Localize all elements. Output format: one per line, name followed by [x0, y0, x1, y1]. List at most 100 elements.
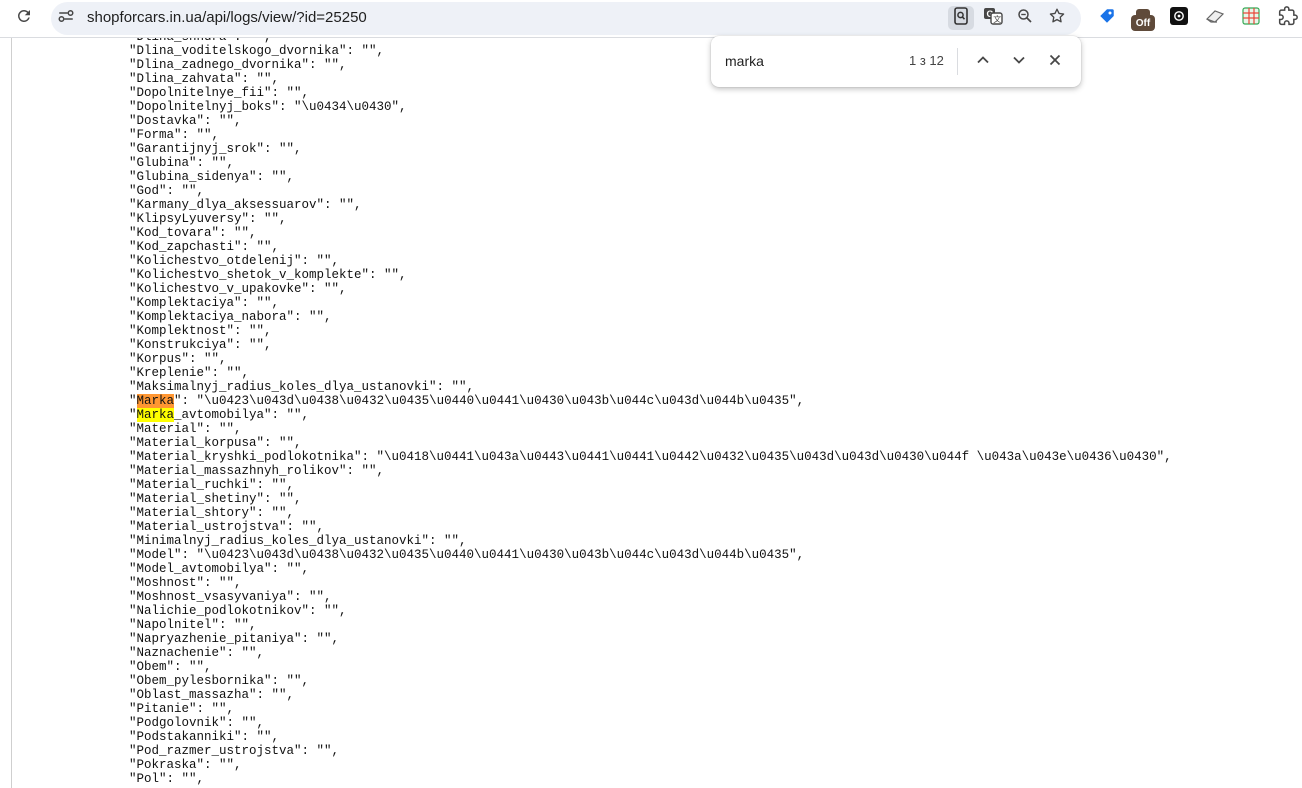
log-text: "Model_avtomobilya": "", [129, 562, 310, 576]
log-line: "Komplektnost": "", [129, 324, 1172, 338]
log-text: "Napryazhenie_pitaniya": "", [129, 632, 340, 646]
tag-icon [1098, 7, 1116, 30]
find-in-page-icon [953, 6, 969, 30]
log-line: "Material_ruchki": "", [129, 478, 1172, 492]
log-line: "Model": "\u0423\u043d\u0438\u0432\u0435… [129, 548, 1172, 562]
openai-icon [1170, 6, 1188, 30]
find-next-button[interactable] [1006, 49, 1032, 75]
log-text: " [129, 408, 137, 422]
log-line: "Marka": "\u0423\u043d\u0438\u0432\u0435… [129, 394, 1172, 408]
log-line: "Glubina_sidenya": "", [129, 170, 1172, 184]
log-text: " [129, 394, 137, 408]
hat-icon [1136, 9, 1150, 16]
log-text: "Material_shtory": "", [129, 506, 295, 520]
log-text: "Naznachenie": "", [129, 646, 265, 660]
bookmark-star-icon [1048, 7, 1066, 30]
log-line: "Korpus": "", [129, 352, 1172, 366]
log-line: "Dopolnitelnyj_boks": "\u0434\u0430", [129, 100, 1172, 114]
log-text: "Material_ruchki": "", [129, 478, 295, 492]
log-text: "Obem_pylesbornika": "", [129, 674, 310, 688]
log-text: "Kolichestvo_v_upakovke": "", [129, 282, 347, 296]
log-line: "Pod_razmer_ustrojstva": "", [129, 744, 1172, 758]
log-text: "Podgolovnik": "", [129, 716, 265, 730]
extension-eraser-button[interactable] [1204, 7, 1226, 29]
log-line: "Material_kryshki_podlokotnika": "\u0418… [129, 450, 1172, 464]
find-divider [957, 48, 958, 75]
log-line: "God": "", [129, 184, 1172, 198]
log-text: "Material_shetiny": "", [129, 492, 302, 506]
find-in-page-button[interactable] [948, 6, 974, 30]
log-text: "Komplektaciya_nabora": "", [129, 310, 332, 324]
find-close-button[interactable] [1042, 49, 1068, 75]
log-text: "Garantijnyj_srok": "", [129, 142, 302, 156]
log-line: "Obem": "", [129, 660, 1172, 674]
log-text: "Kreplenie": "", [129, 366, 250, 380]
log-text: _avtomobilya": "", [174, 408, 310, 422]
site-info-icon [57, 7, 75, 30]
page-content: "Dlina_shnura": "","Dlina_voditelskogo_d… [0, 38, 1302, 788]
log-text: "Oblast_massazha": "", [129, 688, 295, 702]
log-text: "Konstrukciya": "", [129, 338, 272, 352]
log-line: "Karmany_dlya_aksessuarov": "", [129, 198, 1172, 212]
log-text: "KlipsyLyuversy": "", [129, 212, 287, 226]
log-line: "Kolichestvo_otdelenij": "", [129, 254, 1172, 268]
log-line: "Kod_zapchasti": "", [129, 240, 1172, 254]
log-text: "Komplektnost": "", [129, 324, 272, 338]
log-text: "Pokraska": "", [129, 758, 242, 772]
log-line: "Moshnost_vsasyvaniya": "", [129, 590, 1172, 604]
log-line: "Minimalnyj_radius_koles_dlya_ustanovki"… [129, 534, 1172, 548]
log-text: "Dlina_zahvata": "", [129, 72, 280, 86]
extension-incognito-button[interactable]: Off [1131, 9, 1155, 31]
log-line: "Podstakanniki": "", [129, 730, 1172, 744]
log-text: "Glubina": "", [129, 156, 235, 170]
site-info-button[interactable] [52, 4, 80, 32]
log-line: "Komplektaciya_nabora": "", [129, 310, 1172, 324]
log-line: "Moshnost": "", [129, 576, 1172, 590]
badge-label: Off [1135, 17, 1151, 29]
log-text: "Material_kryshki_podlokotnika": "\u0418… [129, 450, 1172, 464]
log-text: "Korpus": "", [129, 352, 227, 366]
log-line: "Model_avtomobilya": "", [129, 562, 1172, 576]
log-text: "Karmany_dlya_aksessuarov": "", [129, 198, 362, 212]
log-text: "Dopolnitelnyj_boks": "\u0434\u0430", [129, 100, 407, 114]
left-border [11, 38, 12, 788]
log-text: "Kolichestvo_otdelenij": "", [129, 254, 340, 268]
log-text: "Forma": "", [129, 128, 220, 142]
log-text: "Model": "\u0423\u043d\u0438\u0432\u0435… [129, 548, 805, 562]
reload-button[interactable] [9, 3, 39, 33]
find-input[interactable] [725, 51, 885, 71]
extension-sheets-button[interactable] [1240, 6, 1262, 29]
extension-chatgpt-button[interactable] [1168, 6, 1190, 30]
log-line: "Pol": "", [129, 772, 1172, 786]
log-text: "Napolnitel": "", [129, 618, 257, 632]
bookmark-button[interactable] [1044, 6, 1070, 30]
find-bar: 1 з 12 [711, 36, 1081, 87]
log-line: "Pitanie": "", [129, 702, 1172, 716]
address-bar-url[interactable]: shopforcars.in.ua/api/logs/view/?id=2525… [87, 9, 367, 26]
log-text: "Material_korpusa": "", [129, 436, 302, 450]
chevron-up-icon [976, 53, 990, 72]
log-line: "Konstrukciya": "", [129, 338, 1172, 352]
find-match: Marka [136, 408, 175, 422]
browser-toolbar: shopforcars.in.ua/api/logs/view/?id=2525… [0, 0, 1302, 38]
find-previous-button[interactable] [970, 49, 996, 75]
log-line: "Material_shetiny": "", [129, 492, 1172, 506]
log-line: "Kolichestvo_v_upakovke": "", [129, 282, 1172, 296]
log-line: "Material_korpusa": "", [129, 436, 1172, 450]
log-line: "Forma": "", [129, 128, 1172, 142]
log-text: "Glubina_sidenya": "", [129, 170, 295, 184]
extension-tag-button[interactable] [1096, 7, 1118, 29]
log-line: "Material": "", [129, 422, 1172, 436]
log-text: "Pod_razmer_ustrojstva": "", [129, 744, 340, 758]
translate-button[interactable]: G文 [980, 6, 1006, 30]
reload-icon [15, 7, 33, 30]
log-text: "Minimalnyj_radius_koles_dlya_ustanovki"… [129, 534, 467, 548]
zoom-button[interactable] [1012, 6, 1038, 30]
log-line: "Marka_avtomobilya": "", [129, 408, 1172, 422]
zoom-icon [1016, 7, 1034, 30]
log-text: "Komplektaciya": "", [129, 296, 280, 310]
log-line: "Material_ustrojstva": "", [129, 520, 1172, 534]
extensions-menu-button[interactable] [1277, 5, 1299, 29]
incognito-off-badge: Off [1131, 9, 1155, 31]
find-match-count: 1 з 12 [909, 53, 944, 68]
